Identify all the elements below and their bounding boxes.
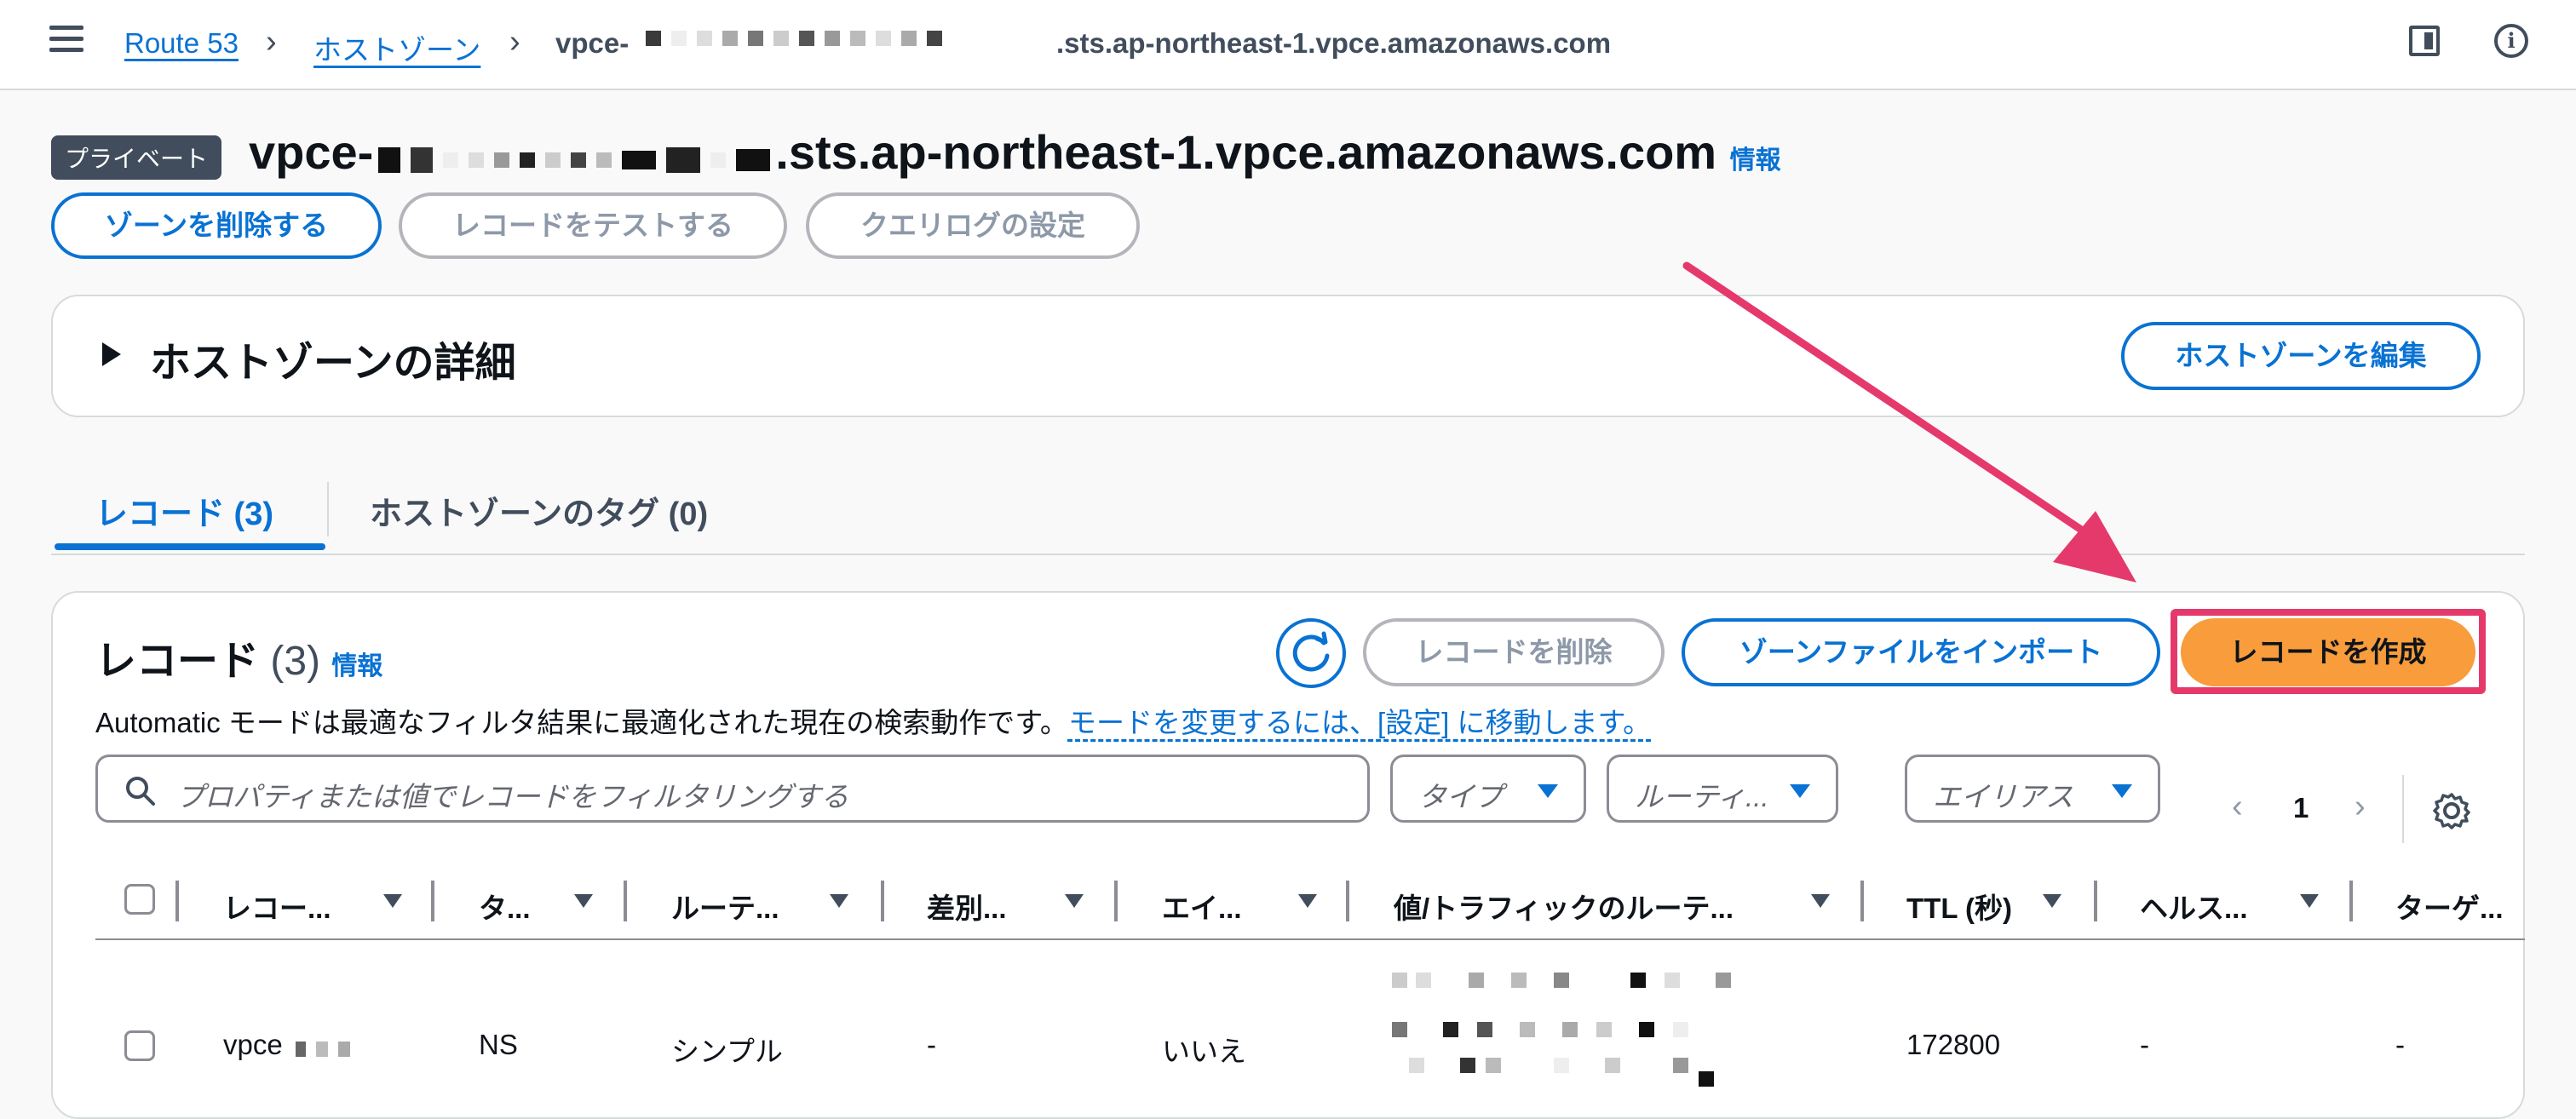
col-ttl[interactable]: TTL (秒) bbox=[1906, 886, 2012, 927]
column-separator bbox=[2349, 881, 2353, 921]
top-navigation-bar: Route 53 › ホストゾーン › vpce- .sts.ap-northe… bbox=[0, 0, 2576, 90]
breadcrumb-route53[interactable]: Route 53 bbox=[124, 27, 239, 60]
records-info-link[interactable]: 情報 bbox=[331, 652, 382, 680]
active-tab-indicator bbox=[55, 543, 325, 550]
col-differentiator[interactable]: 差別... bbox=[927, 886, 1007, 927]
delete-record-button[interactable]: レコードを削除 bbox=[1363, 618, 1665, 686]
edit-hosted-zone-button[interactable]: ホストゾーンを編集 bbox=[2121, 322, 2481, 390]
details-heading[interactable]: ホストゾーンの詳細 bbox=[150, 329, 516, 388]
page-title: vpce- .sts.ap-northeast-1.vpce.amazonaws… bbox=[249, 124, 1781, 184]
expand-triangle-icon[interactable] bbox=[102, 342, 121, 366]
tab-divider bbox=[327, 482, 329, 537]
breadcrumb-current-suffix: .sts.ap-northeast-1.vpce.amazonaws.com bbox=[1056, 27, 1612, 59]
sort-icon[interactable] bbox=[830, 894, 848, 908]
tab-records[interactable]: レコード (3) bbox=[95, 487, 273, 534]
select-all-checkbox[interactable] bbox=[124, 884, 155, 915]
query-logging-button[interactable]: クエリログの設定 bbox=[806, 192, 1140, 259]
column-separator bbox=[1860, 881, 1864, 921]
cell-type: NS bbox=[479, 1029, 518, 1060]
page-number[interactable]: 1 bbox=[2293, 792, 2309, 824]
tab-bottom-line bbox=[51, 554, 2525, 555]
col-alias[interactable]: エイ... bbox=[1162, 886, 1242, 927]
column-separator bbox=[1114, 881, 1118, 921]
col-type[interactable]: タ... bbox=[479, 886, 531, 927]
cell-ttl: 172800 bbox=[1906, 1029, 2001, 1060]
redacted-mosaic bbox=[373, 129, 775, 184]
cell-target: - bbox=[2395, 1029, 2405, 1060]
col-target[interactable]: ターゲ... bbox=[2395, 886, 2504, 927]
cell-record-name[interactable]: vpce bbox=[223, 1029, 355, 1063]
breadcrumb-separator-icon: › bbox=[509, 24, 520, 60]
col-routing[interactable]: ルーテ... bbox=[671, 886, 779, 927]
type-filter-label: タイプ bbox=[1418, 781, 1503, 812]
chevron-right-icon[interactable]: › bbox=[2355, 789, 2366, 825]
search-placeholder: プロパティまたは値でレコードをフィルタリングする bbox=[176, 781, 849, 812]
search-mode-description: Automatic モードは最適なフィルタ結果に最適化された現在の検索動作です。… bbox=[95, 700, 1651, 741]
column-separator bbox=[1346, 881, 1349, 921]
routing-filter-select[interactable]: ルーティ... bbox=[1607, 755, 1838, 823]
record-name-text: vpce bbox=[223, 1029, 283, 1060]
redacted-mosaic bbox=[290, 1030, 355, 1063]
info-link[interactable]: 情報 bbox=[1730, 146, 1781, 175]
caret-down-icon bbox=[1538, 784, 1558, 798]
menu-icon[interactable] bbox=[49, 26, 83, 53]
sort-icon[interactable] bbox=[383, 894, 402, 908]
alias-filter-label: エイリアス bbox=[1933, 781, 2073, 812]
pager-divider bbox=[2402, 775, 2404, 843]
page-title-suffix: .sts.ap-northeast-1.vpce.amazonaws.com bbox=[775, 125, 1717, 179]
records-count: (3) bbox=[270, 639, 321, 684]
cell-health-check: - bbox=[2140, 1029, 2149, 1060]
test-record-button[interactable]: レコードをテストする bbox=[399, 192, 787, 259]
caret-down-icon bbox=[2112, 784, 2132, 798]
info-icon[interactable]: i bbox=[2494, 24, 2528, 58]
description-text: Automatic モードは最適なフィルタ結果に最適化された現在の検索動作です。 bbox=[95, 707, 1068, 738]
col-value[interactable]: 値/トラフィックのルーテ... bbox=[1394, 886, 1734, 927]
type-filter-select[interactable]: タイプ bbox=[1390, 755, 1586, 823]
breadcrumb-current-prefix: vpce- bbox=[555, 27, 630, 59]
private-badge: プライベート bbox=[51, 135, 222, 180]
caret-down-icon bbox=[1790, 784, 1810, 798]
refresh-button[interactable] bbox=[1276, 618, 1346, 688]
records-search-input[interactable]: プロパティまたは値でレコードをフィルタリングする bbox=[95, 755, 1370, 823]
alias-filter-select[interactable]: エイリアス bbox=[1905, 755, 2160, 823]
cell-routing: シンプル bbox=[671, 1036, 784, 1067]
cell-differentiator: - bbox=[927, 1029, 936, 1060]
breadcrumb-hosted-zones[interactable]: ホストゾーン bbox=[313, 27, 480, 68]
cell-value-redacted bbox=[1392, 969, 1750, 1088]
records-heading: レコード (3) 情報 bbox=[95, 627, 382, 686]
routing-filter-label: ルーティ... bbox=[1635, 781, 1769, 812]
import-zone-file-button[interactable]: ゾーンファイルをインポート bbox=[1682, 618, 2160, 686]
sort-icon[interactable] bbox=[1811, 894, 1830, 908]
gear-icon[interactable] bbox=[2433, 792, 2470, 829]
column-separator bbox=[175, 881, 179, 921]
breadcrumb-separator-icon: › bbox=[266, 24, 277, 60]
chevron-left-icon[interactable]: ‹ bbox=[2232, 789, 2243, 825]
sort-icon[interactable] bbox=[1065, 894, 1084, 908]
delete-zone-button[interactable]: ゾーンを削除する bbox=[51, 192, 382, 259]
refresh-icon bbox=[1292, 631, 1330, 672]
col-health-check[interactable]: ヘルス... bbox=[2140, 886, 2248, 927]
column-separator bbox=[2094, 881, 2097, 921]
row-checkbox[interactable] bbox=[124, 1030, 155, 1061]
sort-icon[interactable] bbox=[2043, 894, 2061, 908]
redacted-mosaic bbox=[641, 31, 947, 46]
col-record-name[interactable]: レコー... bbox=[223, 886, 331, 927]
highlight-box bbox=[2171, 609, 2486, 694]
records-title: レコード bbox=[95, 639, 260, 684]
column-separator bbox=[881, 881, 884, 921]
redacted-mosaic bbox=[1392, 973, 1731, 1087]
sort-icon[interactable] bbox=[1298, 894, 1317, 908]
table-header-divider bbox=[95, 938, 2525, 940]
column-separator bbox=[431, 881, 434, 921]
cell-alias: いいえ bbox=[1162, 1036, 1246, 1067]
page-title-prefix: vpce- bbox=[249, 125, 374, 179]
column-separator bbox=[624, 881, 627, 921]
panel-icon[interactable] bbox=[2409, 26, 2440, 56]
settings-link[interactable]: モードを変更するには、[設定] に移動します。 bbox=[1068, 707, 1651, 738]
sort-icon[interactable] bbox=[574, 894, 593, 908]
search-icon bbox=[126, 777, 155, 806]
sort-icon[interactable] bbox=[2300, 894, 2319, 908]
tab-tags[interactable]: ホストゾーンのタグ (0) bbox=[370, 487, 708, 534]
